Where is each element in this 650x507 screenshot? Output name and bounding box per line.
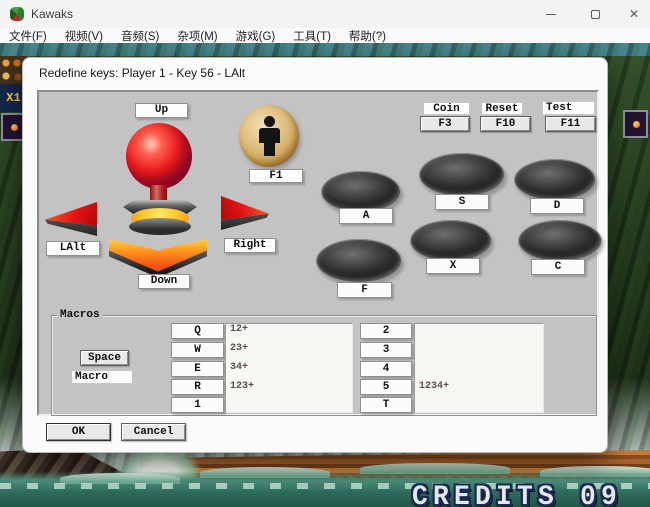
test-label: Test <box>542 101 595 115</box>
macro-entry: 23+ <box>226 343 352 362</box>
macro-list-left[interactable]: 12+ 23+ 34+ 123+ <box>225 323 353 413</box>
macros-legend: Macros <box>57 309 103 321</box>
minimize-button[interactable] <box>538 3 564 25</box>
macro-entry: 34+ <box>226 362 352 381</box>
key-coin-button[interactable]: F3 <box>420 116 470 132</box>
redefine-keys-dialog: Redefine keys: Player 1 - Key 56 - LAlt … <box>22 57 608 453</box>
macro-entry <box>415 324 543 343</box>
arcade-pad-button5[interactable] <box>410 220 492 262</box>
key-button4[interactable]: F <box>337 282 392 298</box>
key-button2[interactable]: S <box>435 194 489 210</box>
macro-entry <box>415 400 543 413</box>
key-up-button[interactable]: Up <box>135 103 188 118</box>
credits-counter: CREDITS 09 <box>412 481 622 507</box>
menu-misc[interactable]: 杂项(M) <box>168 28 226 44</box>
macro-entry: 12+ <box>226 324 352 343</box>
macro-key-w[interactable]: W <box>171 342 224 358</box>
joystick-base-dark <box>129 218 191 235</box>
macro-entry: 123+ <box>226 381 352 400</box>
key-reset-button[interactable]: F10 <box>480 116 531 132</box>
item-dot-icon <box>633 121 640 128</box>
arcade-pad-button6[interactable] <box>518 220 602 262</box>
arcade-pad-button1[interactable] <box>321 171 401 213</box>
reset-label: Reset <box>481 102 523 115</box>
left-arrow-icon[interactable] <box>45 202 97 236</box>
hud-item-box-right <box>623 110 648 138</box>
macro-key-5[interactable]: 5 <box>360 379 412 395</box>
menu-audio[interactable]: 音频(S) <box>112 28 168 44</box>
key-down-button[interactable]: Down <box>138 274 190 289</box>
key-button3[interactable]: D <box>530 198 584 214</box>
arcade-pad-button3[interactable] <box>514 159 596 201</box>
minimize-icon <box>546 14 556 15</box>
key-button1[interactable]: A <box>339 208 393 224</box>
key-left-button[interactable]: LAlt <box>46 241 100 256</box>
macro-key-4[interactable]: 4 <box>360 361 412 377</box>
key-button5[interactable]: X <box>426 258 480 274</box>
title-bar: Kawaks ✕ <box>0 0 650 28</box>
close-icon: ✕ <box>629 8 639 20</box>
menu-bar: 文件(F) 视频(V) 音频(S) 杂项(M) 游戏(G) 工具(T) 帮助(?… <box>0 28 650 43</box>
wave-crest <box>360 463 510 474</box>
macro-key-2[interactable]: 2 <box>360 323 412 339</box>
player-figure-head <box>264 116 275 127</box>
menu-game[interactable]: 游戏(G) <box>227 28 285 44</box>
macro-entry <box>415 343 543 362</box>
player-figure-legs <box>264 143 275 156</box>
key-button6[interactable]: C <box>531 259 585 275</box>
macro-entry <box>415 362 543 381</box>
arcade-pad-button4[interactable] <box>316 239 402 283</box>
macro-key-r[interactable]: R <box>171 379 224 395</box>
key-start-button[interactable]: F1 <box>249 169 303 183</box>
macro-key-1[interactable]: 1 <box>171 397 224 413</box>
menu-video[interactable]: 视频(V) <box>56 28 112 44</box>
kawaks-logo-icon <box>10 7 24 21</box>
start-coin-icon[interactable] <box>239 105 299 167</box>
wave-crest <box>200 467 330 478</box>
maximize-icon <box>591 10 600 19</box>
player-figure-torso <box>259 128 280 143</box>
macro-key-t[interactable]: T <box>360 397 412 413</box>
key-right-button[interactable]: Right <box>224 238 276 253</box>
macro-key-e[interactable]: E <box>171 361 224 377</box>
macro-space-button[interactable]: Space <box>80 350 129 366</box>
item-dot-icon <box>11 124 18 131</box>
window-title: Kawaks <box>31 7 73 21</box>
right-arrow-icon[interactable] <box>221 196 269 230</box>
key-test-button[interactable]: F11 <box>545 116 596 132</box>
joystick-ball <box>126 123 192 189</box>
macro-entry <box>226 400 352 413</box>
down-arrow-icon[interactable] <box>109 239 207 277</box>
macro-list-right[interactable]: 1234+ <box>414 323 544 413</box>
coin-label: Coin <box>423 102 470 115</box>
macro-key-3[interactable]: 3 <box>360 342 412 358</box>
macro-entry: 1234+ <box>415 381 543 400</box>
app-window: Kawaks ✕ 文件(F) 视频(V) 音频(S) 杂项(M) 游戏(G) 工… <box>0 0 650 507</box>
dialog-title: Redefine keys: Player 1 - Key 56 - LAlt <box>39 66 245 80</box>
wave-crest <box>540 466 650 477</box>
macro-name-field[interactable]: Macro <box>71 370 133 384</box>
macro-key-q[interactable]: Q <box>171 323 224 339</box>
menu-help[interactable]: 帮助(?) <box>340 28 395 44</box>
maximize-button[interactable] <box>582 3 608 25</box>
menu-tools[interactable]: 工具(T) <box>284 28 340 44</box>
key-config-panel: Up LAlt Right Down <box>37 90 599 416</box>
close-button[interactable]: ✕ <box>621 3 647 25</box>
ok-button[interactable]: OK <box>46 423 111 441</box>
cancel-button[interactable]: Cancel <box>121 423 186 441</box>
menu-file[interactable]: 文件(F) <box>0 28 56 44</box>
arcade-pad-button2[interactable] <box>419 153 505 197</box>
